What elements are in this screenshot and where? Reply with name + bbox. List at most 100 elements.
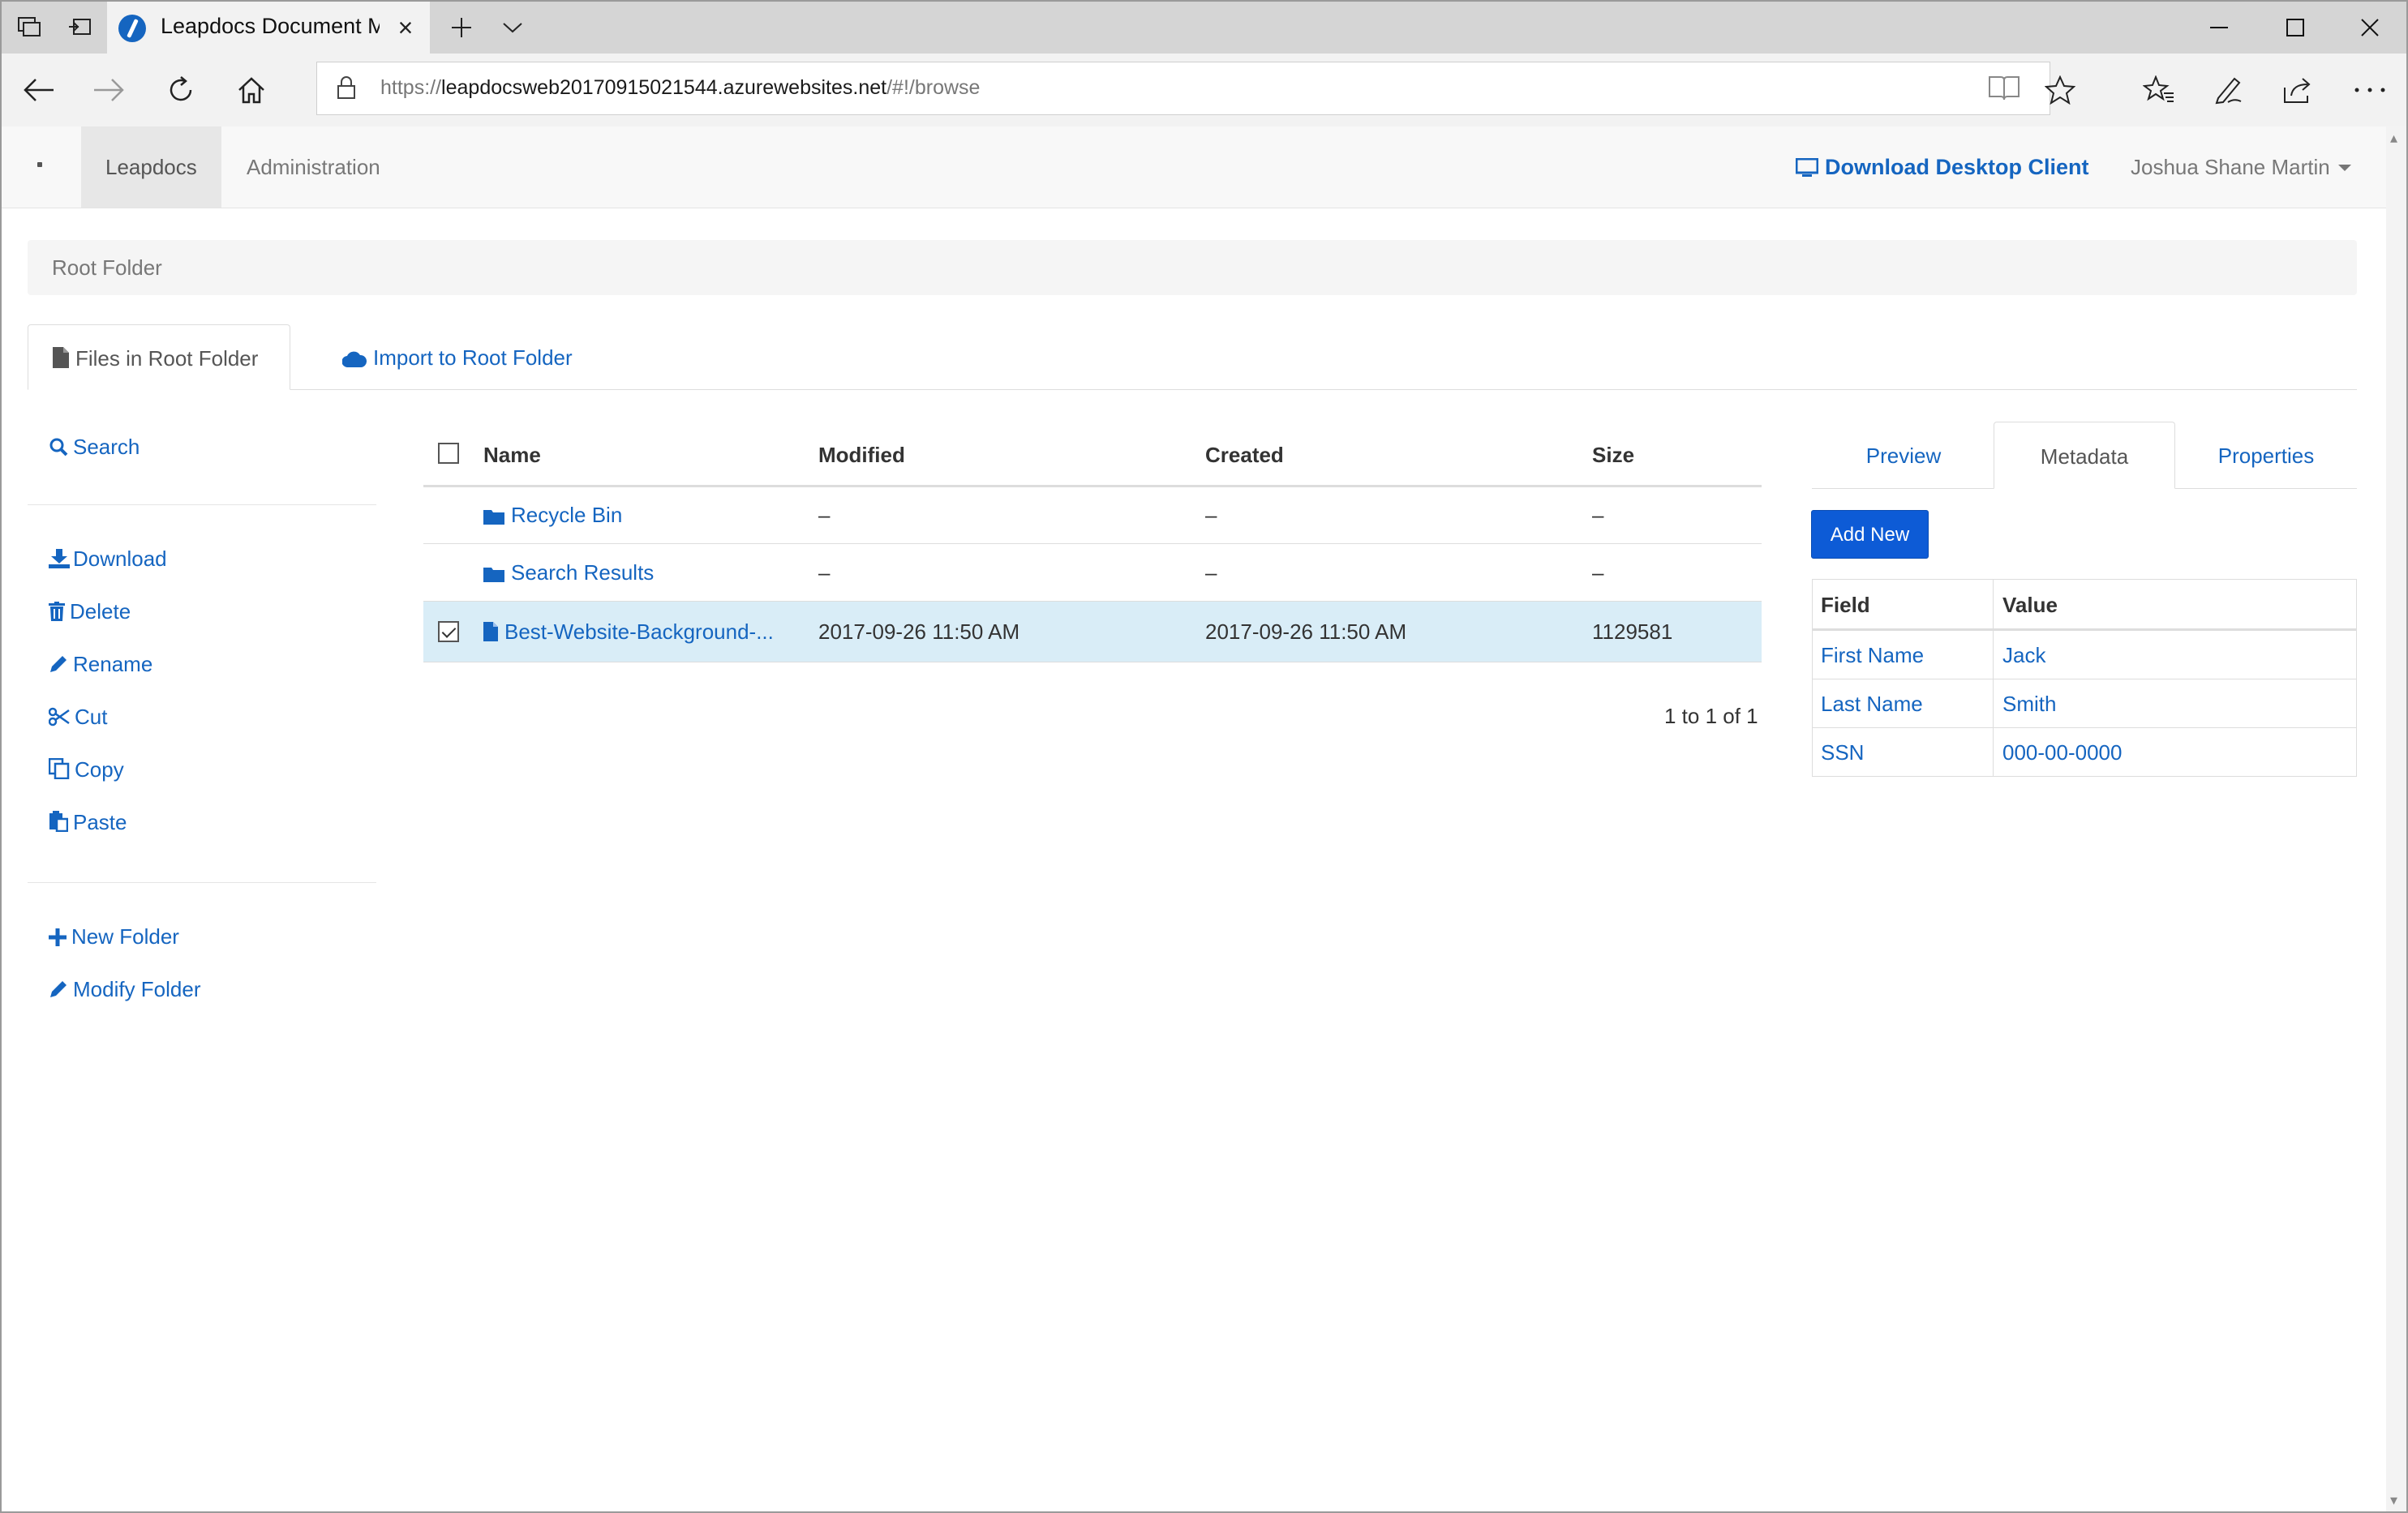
sidebar-search-label: Search	[73, 435, 140, 459]
web-note-pen-icon[interactable]	[2206, 67, 2251, 113]
select-all-checkbox[interactable]	[438, 443, 459, 464]
scroll-down-arrow-icon[interactable]: ▾	[2390, 1492, 2397, 1509]
sidebar-modify-folder[interactable]: Modify Folder	[49, 977, 201, 1005]
sidebar-delete-label: Delete	[70, 599, 131, 624]
row-size: –	[1592, 560, 1604, 585]
back-arrow-icon[interactable]	[16, 67, 62, 113]
tab-import-to-root-folder[interactable]: Import to Root Folder	[318, 324, 597, 389]
tab-preview[interactable]: Preview	[1812, 422, 1995, 488]
metadata-value[interactable]: Smith	[2002, 692, 2056, 717]
favorites-hub-icon[interactable]	[2136, 67, 2182, 113]
sidebar-rename[interactable]: Rename	[49, 652, 152, 679]
metadata-value[interactable]: 000-00-0000	[2002, 740, 2122, 765]
sidebar-new-folder-label: New Folder	[71, 924, 179, 949]
address-bar[interactable]: https://leapdocsweb20170915021544.azurew…	[316, 62, 2050, 115]
row-modified: 2017-09-26 11:50 AM	[818, 619, 1020, 644]
refresh-icon[interactable]	[158, 67, 204, 113]
forward-arrow-icon[interactable]	[86, 67, 131, 113]
tab-preview-chevron-down-icon[interactable]	[487, 6, 539, 49]
metadata-field[interactable]: Last Name	[1821, 692, 1923, 717]
home-icon[interactable]	[229, 67, 274, 113]
minimize-icon[interactable]	[2183, 2, 2255, 54]
metadata-value[interactable]: Jack	[2002, 643, 2045, 668]
folder-link[interactable]: Recycle Bin	[483, 503, 622, 530]
metadata-row[interactable]: First Name Jack	[1813, 631, 2356, 679]
column-header-modified[interactable]: Modified	[818, 443, 905, 468]
nav-administration[interactable]: Administration	[222, 126, 405, 208]
browser-tab-strip: Leapdocs Document Ma ×	[2, 2, 2406, 54]
sidebar-delete[interactable]: Delete	[49, 599, 131, 627]
trash-icon	[49, 602, 65, 627]
table-row[interactable]: Search Results – – –	[423, 544, 1762, 602]
column-header-size[interactable]: Size	[1592, 443, 1634, 468]
monitor-icon	[1795, 130, 1819, 211]
sidebar-cut[interactable]: Cut	[48, 705, 107, 732]
metadata-table: Field Value First Name Jack Last Name Sm…	[1812, 579, 2357, 777]
metadata-row[interactable]: SSN 000-00-0000	[1813, 728, 2356, 776]
row-created: 2017-09-26 11:50 AM	[1205, 619, 1407, 644]
new-tab-icon[interactable]	[436, 6, 487, 49]
row-name: Recycle Bin	[511, 503, 623, 527]
close-tab-icon[interactable]: ×	[391, 11, 420, 44]
download-desktop-client-link[interactable]: Download Desktop Client	[1795, 126, 2089, 211]
breadcrumb: Root Folder	[28, 240, 2357, 295]
row-size: 1129581	[1592, 619, 1673, 644]
breadcrumb-root[interactable]: Root Folder	[52, 255, 162, 281]
sidebar-paste[interactable]: Paste	[49, 810, 127, 838]
file-link[interactable]: Best-Website-Background-...	[483, 619, 774, 647]
row-name: Search Results	[511, 560, 655, 585]
sidebar-download[interactable]: Download	[49, 546, 167, 574]
metadata-header: Field Value	[1813, 580, 2356, 631]
search-icon	[49, 437, 68, 462]
cloud-icon	[341, 327, 367, 393]
metadata-field[interactable]: First Name	[1821, 643, 1924, 668]
sidebar-divider	[28, 504, 376, 505]
brand-logo[interactable]	[37, 162, 42, 167]
set-tabs-aside-icon[interactable]	[54, 6, 105, 49]
tab-files-label: Files in Root Folder	[75, 346, 259, 371]
address-url: https://leapdocsweb20170915021544.azurew…	[380, 76, 981, 99]
row-modified: –	[818, 560, 831, 585]
row-modified: –	[818, 503, 831, 527]
sidebar-new-folder[interactable]: New Folder	[49, 924, 179, 952]
favorite-star-icon[interactable]	[2037, 67, 2083, 113]
browser-tab-active[interactable]: Leapdocs Document Ma ×	[107, 2, 430, 54]
row-checkbox[interactable]	[438, 621, 459, 642]
window-close-icon[interactable]	[2334, 2, 2406, 54]
pencil-icon	[49, 654, 68, 679]
table-row[interactable]: Recycle Bin – – –	[423, 486, 1762, 544]
column-header-name[interactable]: Name	[483, 443, 541, 468]
share-icon[interactable]	[2276, 67, 2321, 113]
more-options-icon[interactable]	[2347, 67, 2393, 113]
table-row-selected[interactable]: Best-Website-Background-... 2017-09-26 1…	[423, 602, 1762, 662]
tab-properties[interactable]: Properties	[2175, 422, 2357, 488]
tab-files-in-root-folder[interactable]: Files in Root Folder	[28, 324, 290, 390]
row-name: Best-Website-Background-...	[504, 619, 774, 644]
scroll-up-arrow-icon[interactable]: ▴	[2390, 130, 2397, 147]
download-desktop-client-label: Download Desktop Client	[1825, 155, 2089, 179]
folder-link[interactable]: Search Results	[483, 560, 654, 588]
tab-metadata[interactable]: Metadata	[1994, 422, 2175, 489]
user-menu[interactable]: Joshua Shane Martin	[2131, 126, 2351, 208]
sidebar-divider	[28, 882, 376, 883]
add-new-button[interactable]: Add New	[1811, 510, 1929, 559]
reading-view-icon[interactable]	[1988, 74, 2020, 105]
user-name: Joshua Shane Martin	[2131, 155, 2330, 179]
detail-tabs: Preview Metadata Properties	[1812, 422, 2357, 489]
nav-leapdocs[interactable]: Leapdocs	[81, 126, 221, 208]
folder-icon	[483, 563, 504, 588]
vertical-scrollbar[interactable]: ▴ ▾	[2386, 126, 2406, 1511]
download-icon	[49, 549, 70, 574]
sidebar-copy[interactable]: Copy	[48, 757, 124, 785]
sidebar-search[interactable]: Search	[49, 435, 140, 462]
column-header-created[interactable]: Created	[1205, 443, 1284, 468]
caret-down-icon	[2337, 165, 2351, 171]
metadata-field[interactable]: SSN	[1821, 740, 1864, 765]
sidebar-paste-label: Paste	[73, 810, 127, 834]
tab-manager-icon[interactable]	[3, 6, 55, 49]
app-navbar: Leapdocs Administration Download Desktop…	[2, 126, 2386, 208]
maximize-icon[interactable]	[2260, 2, 2331, 54]
metadata-row[interactable]: Last Name Smith	[1813, 679, 2356, 728]
row-size: –	[1592, 503, 1604, 527]
sidebar-rename-label: Rename	[73, 652, 153, 676]
